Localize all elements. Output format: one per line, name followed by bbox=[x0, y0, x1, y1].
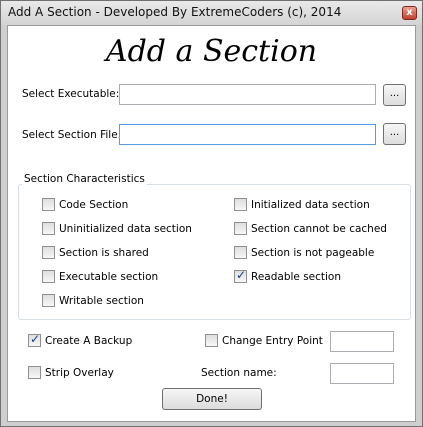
checkbox-label: Initialized data section bbox=[251, 198, 370, 211]
checkbox-label: Section cannot be cached bbox=[251, 222, 387, 235]
checkbox-create-backup[interactable]: Create A Backup bbox=[28, 332, 133, 347]
browse-section-file-button[interactable]: ... bbox=[383, 123, 406, 145]
executable-input[interactable] bbox=[120, 85, 375, 104]
section-name-label: Section name: bbox=[201, 367, 277, 379]
checkbox-label: Executable section bbox=[59, 270, 159, 283]
checkbox-section-shared[interactable]: Section is shared bbox=[42, 246, 149, 259]
checkbox-box[interactable] bbox=[234, 222, 247, 235]
checkbox-label: Readable section bbox=[251, 270, 342, 283]
checkbox-label: Change Entry Point bbox=[222, 334, 323, 347]
checkbox-box[interactable] bbox=[28, 366, 41, 379]
checkbox-box[interactable] bbox=[42, 294, 55, 307]
checkbox-box[interactable] bbox=[205, 334, 218, 347]
close-button[interactable]: x bbox=[402, 6, 417, 20]
entry-point-input[interactable] bbox=[331, 332, 393, 351]
checkbox-change-entry-point[interactable]: Change Entry Point bbox=[205, 334, 323, 347]
close-icon: x bbox=[406, 7, 413, 18]
checkbox-uninitialized-data[interactable]: Uninitialized data section bbox=[42, 222, 192, 235]
section-file-field[interactable] bbox=[119, 124, 376, 145]
checkbox-box[interactable] bbox=[234, 268, 247, 283]
checkbox-readable-section[interactable]: Readable section bbox=[234, 268, 342, 283]
checkbox-box[interactable] bbox=[42, 222, 55, 235]
checkbox-box[interactable] bbox=[42, 270, 55, 283]
section-file-input[interactable] bbox=[120, 125, 375, 144]
checkbox-label: Section is shared bbox=[59, 246, 149, 259]
checkbox-box[interactable] bbox=[234, 246, 247, 259]
window-title: Add A Section - Developed By ExtremeCode… bbox=[8, 5, 342, 19]
dialog-body: Add a Section Select Executable: ... Sel… bbox=[7, 25, 416, 422]
checkbox-label: Writable section bbox=[59, 294, 144, 307]
section-name-input[interactable] bbox=[331, 364, 393, 383]
browse-executable-button[interactable]: ... bbox=[383, 84, 406, 106]
checkbox-strip-overlay[interactable]: Strip Overlay bbox=[28, 366, 114, 379]
page-title: Add a Section bbox=[105, 34, 318, 69]
executable-field[interactable] bbox=[119, 84, 376, 105]
checkbox-label: Strip Overlay bbox=[45, 366, 114, 379]
section-characteristics-title: Section Characteristics bbox=[22, 173, 147, 185]
executable-label: Select Executable: bbox=[22, 88, 120, 100]
add-section-window: Add A Section - Developed By ExtremeCode… bbox=[0, 0, 423, 427]
checkbox-box[interactable] bbox=[42, 246, 55, 259]
checkbox-cannot-be-cached[interactable]: Section cannot be cached bbox=[234, 222, 387, 235]
checkbox-box[interactable] bbox=[28, 332, 41, 347]
checkbox-box[interactable] bbox=[42, 198, 55, 211]
checkbox-not-pageable[interactable]: Section is not pageable bbox=[234, 246, 374, 259]
checkbox-label: Create A Backup bbox=[45, 334, 133, 347]
checkbox-label: Section is not pageable bbox=[251, 246, 375, 259]
checkbox-initialized-data[interactable]: Initialized data section bbox=[234, 198, 370, 211]
section-file-label: Select Section File: bbox=[22, 129, 122, 141]
checkbox-executable-section[interactable]: Executable section bbox=[42, 270, 158, 283]
checkbox-code-section[interactable]: Code Section bbox=[42, 198, 128, 211]
section-name-field[interactable] bbox=[330, 363, 394, 384]
checkbox-label: Code Section bbox=[59, 198, 129, 211]
checkbox-box[interactable] bbox=[234, 198, 247, 211]
checkbox-writable-section[interactable]: Writable section bbox=[42, 294, 144, 307]
checkbox-label: Uninitialized data section bbox=[59, 222, 192, 235]
entry-point-field[interactable] bbox=[330, 331, 394, 352]
title-bar: Add A Section - Developed By ExtremeCode… bbox=[1, 1, 422, 25]
done-button[interactable]: Done! bbox=[162, 388, 262, 410]
